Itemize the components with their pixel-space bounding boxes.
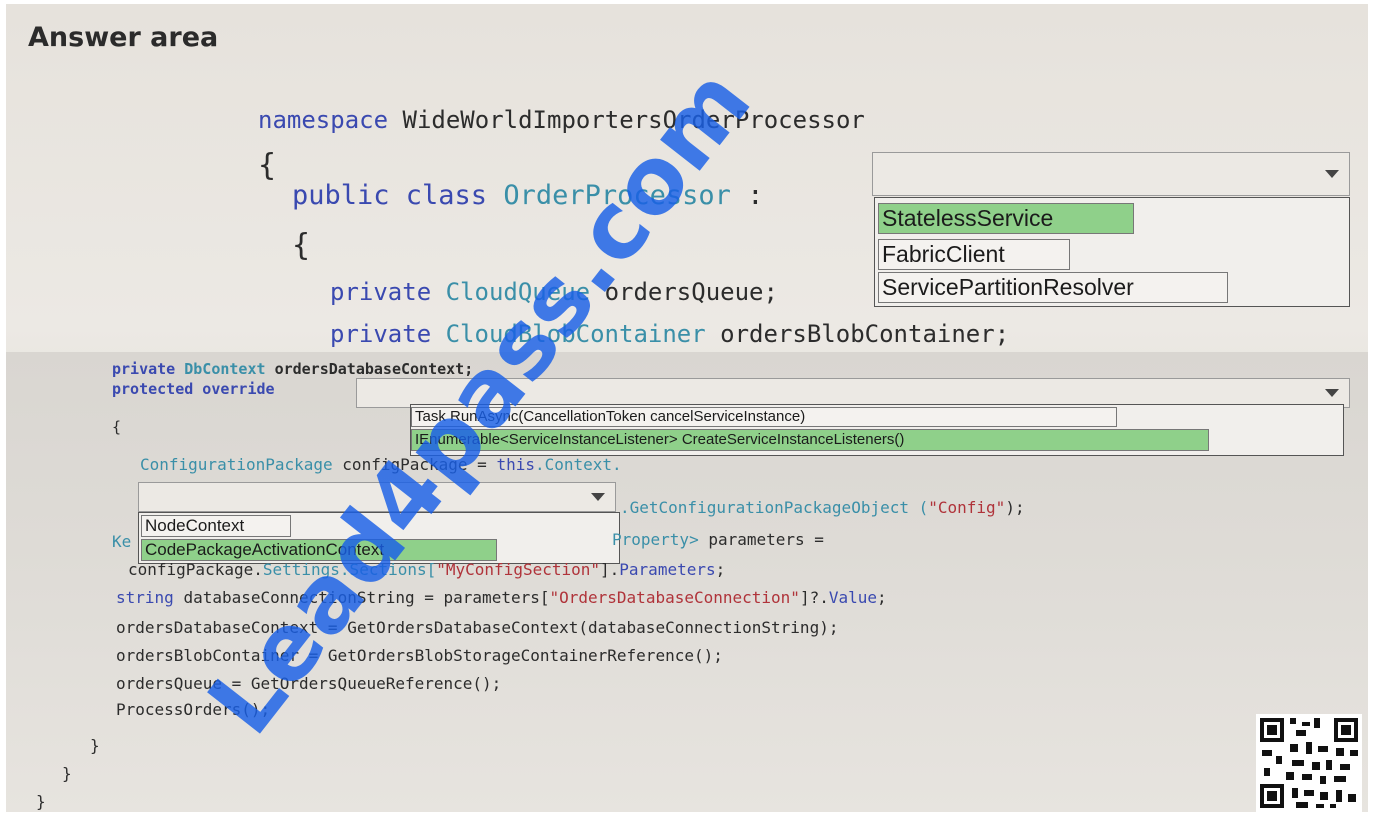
get-config-line: .GetConfigurationPackageObject ("Config"… [620, 498, 1025, 517]
settings-string: "MyConfigSection" [436, 560, 601, 579]
settings-a: configPackage. [128, 560, 263, 579]
namespace-open-brace: { [258, 148, 277, 183]
settings-end: ; [715, 560, 726, 579]
namespace-line: namespace WideWorldImportersOrderProcess… [258, 106, 865, 134]
method-open-brace: { [112, 418, 122, 436]
close-brace-namespace: } [36, 792, 46, 811]
method-options: Task RunAsync(CancellationToken cancelSe… [410, 404, 1344, 456]
public-class-keyword: public class [292, 180, 488, 211]
option-service-partition-resolver[interactable]: ServicePartitionResolver [878, 272, 1228, 303]
answer-area-title: Answer area [28, 22, 219, 53]
protected-override-line: protected override [112, 380, 275, 398]
config-string: "Config" [928, 498, 1006, 517]
chevron-down-icon [1325, 170, 1339, 178]
chevron-down-icon [1325, 389, 1339, 397]
chevron-down-icon [591, 493, 605, 501]
private-keyword: private [112, 360, 176, 378]
namespace-keyword: namespace [258, 106, 389, 134]
db-conn-b: ]?. [799, 588, 829, 607]
kv-rest: parameters = [708, 530, 824, 549]
private-keyword: private [330, 320, 432, 348]
config-type: ConfigurationPackage [140, 455, 333, 474]
option-create-service-instance-listeners[interactable]: IEnumerable<ServiceInstanceListener> Cre… [411, 429, 1209, 451]
settings-c: ]. [600, 560, 620, 579]
settings-params: Parameters [619, 560, 716, 579]
orders-db-context-line: ordersDatabaseContext = GetOrdersDatabas… [116, 618, 839, 637]
db-conn-value: Value [828, 588, 878, 607]
base-class-dropdown[interactable] [872, 152, 1350, 196]
option-fabric-client[interactable]: FabricClient [878, 239, 1070, 270]
class-colon: : [747, 180, 764, 211]
base-class-options: StatelessService FabricClient ServicePar… [874, 197, 1350, 307]
context-word: .Context. [534, 455, 622, 474]
get-config-end: ); [1005, 498, 1025, 517]
cloudblob-field-line: private CloudBlobContainer ordersBlobCon… [330, 320, 1009, 348]
option-node-context[interactable]: NodeContext [141, 515, 291, 537]
cloudblob-field: ordersBlobContainer; [720, 320, 1010, 348]
db-connection-line: string databaseConnectionString = parame… [116, 588, 887, 607]
db-conn-string: "OrdersDatabaseConnection" [549, 588, 800, 607]
private-keyword: private [330, 278, 432, 306]
get-config-call: .GetConfigurationPackageObject ( [620, 498, 929, 517]
close-brace-method: } [90, 736, 100, 755]
dbcontext-field-line: private DbContext ordersDatabaseContext; [112, 360, 473, 378]
option-stateless-service[interactable]: StatelessService [878, 203, 1134, 234]
kv-type: Property> [612, 530, 699, 549]
close-brace-class: } [62, 764, 72, 783]
class-open-brace: { [292, 228, 311, 263]
string-keyword: string [116, 588, 174, 607]
kv-start: Ke [112, 532, 131, 551]
qr-code-icon [1256, 714, 1362, 812]
dbcontext-type: DbContext [184, 360, 266, 378]
kv-start-text: Ke [112, 532, 132, 551]
kv-line: Property> parameters = [612, 530, 824, 549]
db-conn-end: ; [877, 588, 887, 607]
settings-line: configPackage.Settings.Sections["MyConfi… [128, 560, 725, 579]
